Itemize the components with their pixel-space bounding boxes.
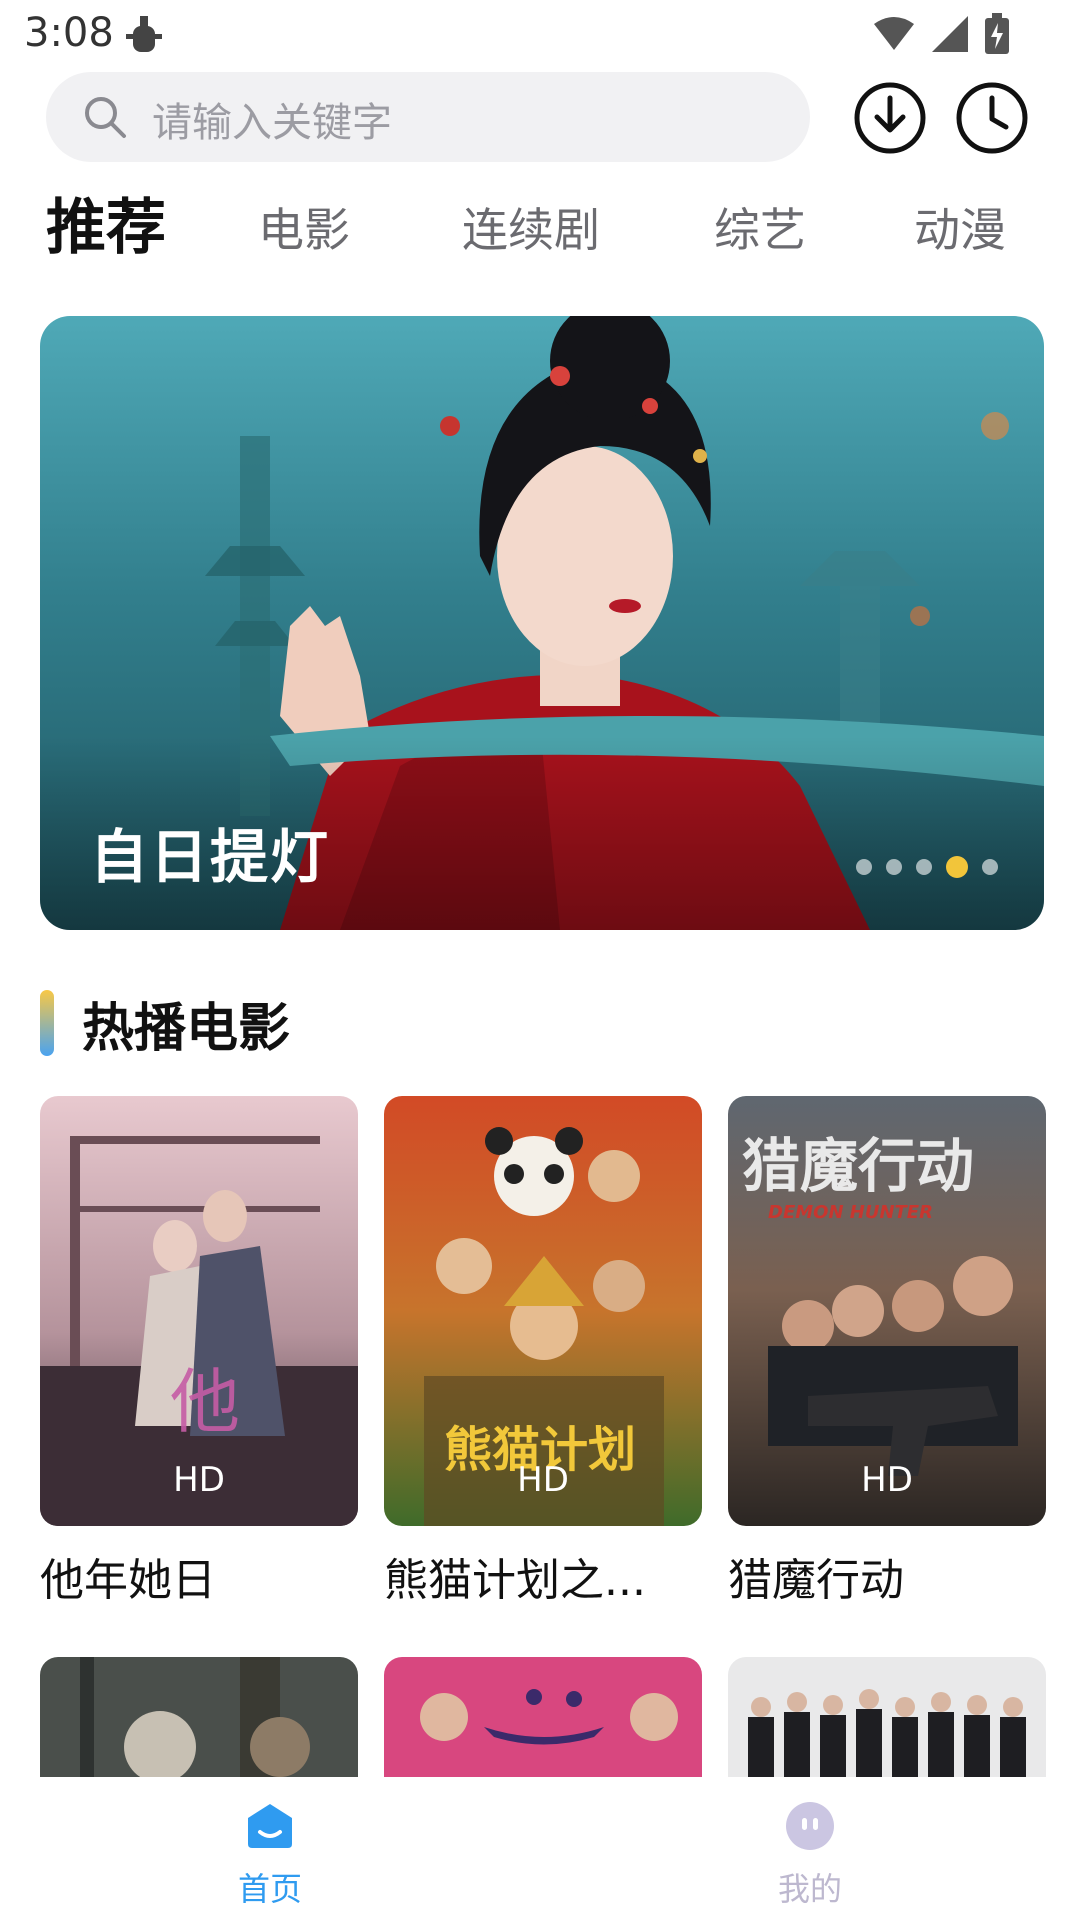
- svg-text:他: 他: [170, 1361, 240, 1443]
- banner-title: 自日提灯: [90, 823, 331, 891]
- movie-poster[interactable]: 熊猫计划 HD: [384, 1096, 702, 1526]
- hd-badge: HD: [861, 1460, 913, 1500]
- movie-poster[interactable]: 他 HD: [40, 1096, 358, 1526]
- category-tabs: 推荐 电影 连续剧 综艺 动漫: [0, 193, 1080, 275]
- banner-dot[interactable]: [982, 859, 998, 875]
- nav-home[interactable]: 首页: [170, 1778, 370, 1920]
- profile-face-icon: [786, 1802, 834, 1850]
- download-button[interactable]: [852, 80, 928, 156]
- movie-poster[interactable]: [384, 1657, 702, 1777]
- search-input[interactable]: 请输入关键字: [46, 72, 810, 162]
- movie-card[interactable]: 他 HD 他年她日: [40, 1096, 358, 1608]
- tab-recommend[interactable]: 推荐: [46, 193, 166, 263]
- movie-poster[interactable]: 猎魔行动 DEMON HUNTER HD: [728, 1096, 1046, 1526]
- movie-poster[interactable]: [40, 1657, 358, 1777]
- battery-charging-icon: [985, 13, 1009, 54]
- bug-icon: [126, 16, 162, 52]
- tab-movies[interactable]: 电影: [258, 195, 350, 265]
- cellular-signal-icon: [932, 16, 968, 52]
- search-icon: [85, 97, 126, 138]
- nav-profile[interactable]: 我的: [710, 1778, 910, 1920]
- movie-card[interactable]: 猎魔行动 DEMON HUNTER HD 猎魔行动: [728, 1096, 1046, 1608]
- tab-anime[interactable]: 动漫: [914, 195, 1006, 265]
- section-accent-bar: [40, 990, 54, 1056]
- hd-badge: HD: [517, 1460, 569, 1500]
- movie-title[interactable]: 他年她日: [40, 1544, 358, 1608]
- movie-title[interactable]: 猎魔行动: [728, 1544, 1046, 1608]
- poster-image: [40, 1657, 358, 1777]
- tab-variety[interactable]: 综艺: [714, 195, 806, 265]
- poster-image: [384, 1657, 702, 1777]
- banner-carousel[interactable]: 自日提灯: [40, 316, 1044, 930]
- banner-pagination: [856, 856, 998, 878]
- status-time: 3:08: [24, 10, 114, 56]
- poster-image: [728, 1657, 1046, 1777]
- home-icon: [248, 1804, 292, 1848]
- bottom-navigation: 首页 我的: [0, 1778, 1080, 1920]
- section-title: 热播电影: [82, 999, 291, 1059]
- banner-dot-active[interactable]: [946, 856, 968, 878]
- svg-text:DEMON HUNTER: DEMON HUNTER: [768, 1202, 933, 1223]
- hd-badge: HD: [173, 1460, 225, 1500]
- banner-dot[interactable]: [886, 859, 902, 875]
- nav-home-label: 首页: [237, 1870, 302, 1908]
- history-button[interactable]: [954, 80, 1030, 156]
- banner-dot[interactable]: [916, 859, 932, 875]
- svg-text:猎魔行动: 猎魔行动: [742, 1132, 974, 1200]
- movie-card[interactable]: 熊猫计划 HD 熊猫计划之...: [384, 1096, 702, 1608]
- movie-poster[interactable]: [728, 1657, 1046, 1777]
- search-placeholder: 请输入关键字: [152, 100, 392, 146]
- movie-title[interactable]: 熊猫计划之...: [384, 1544, 702, 1608]
- status-bar: 3:08: [0, 0, 1080, 72]
- nav-profile-label: 我的: [777, 1870, 842, 1908]
- wifi-icon: [874, 17, 914, 50]
- tab-series[interactable]: 连续剧: [462, 195, 600, 265]
- banner-dot[interactable]: [856, 859, 872, 875]
- status-indicators: [872, 12, 1010, 56]
